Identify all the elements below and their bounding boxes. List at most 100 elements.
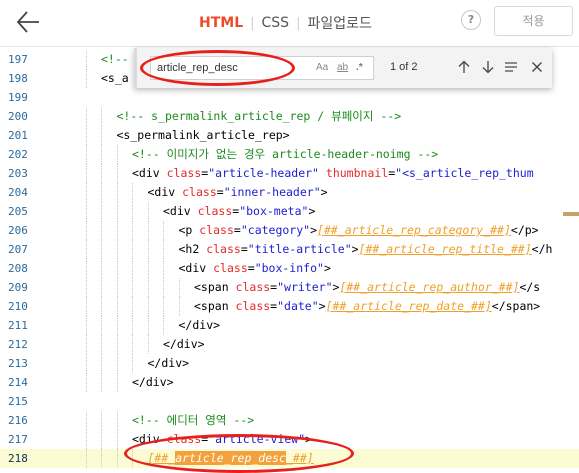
- back-arrow-button[interactable]: [14, 9, 42, 35]
- indent-guide: [101, 430, 102, 449]
- code-token: >: [351, 242, 359, 256]
- line-content: <span class="writer">[##_article_rep_aut…: [194, 278, 540, 297]
- line-content: <s_permalink_article_rep>: [117, 126, 290, 145]
- line-number: 202: [8, 148, 28, 161]
- indent-guide: [147, 316, 149, 335]
- line-content: <div class="article-header" thumbnail="<…: [132, 164, 534, 183]
- line-content: <!-- 이미지가 없는 경우 article-header-noimg -->: [132, 145, 438, 164]
- line-number: 204: [8, 186, 28, 199]
- code-token: "date": [277, 299, 319, 313]
- indent-guide: [116, 240, 118, 259]
- indent-guide: [101, 278, 102, 297]
- code-token: class: [206, 242, 241, 256]
- arrow-down-icon: [482, 61, 494, 74]
- indent-guide: [85, 259, 87, 278]
- code-token: [##_article_rep_date_##]: [325, 299, 492, 313]
- code-token: "writer": [277, 280, 333, 294]
- next-match-button[interactable]: [480, 59, 496, 75]
- code-line[interactable]: 199: [0, 88, 579, 107]
- indent-guide: [147, 278, 149, 297]
- indent-guide: [101, 183, 102, 202]
- scrollbar-match-marker: [563, 212, 579, 216]
- line-number: 210: [8, 300, 28, 313]
- code-line[interactable]: 208 <div class="box-info">: [0, 259, 579, 278]
- close-find-button[interactable]: [529, 59, 545, 75]
- code-token: "<s_article_rep_thum: [395, 166, 534, 180]
- indent-guide: [101, 202, 102, 221]
- code-line[interactable]: 210 <span class="date">[##_article_rep_da…: [0, 297, 579, 316]
- indent-guide: [147, 221, 149, 240]
- match-highlight-circle: [124, 434, 354, 473]
- code-line[interactable]: 203 <div class="article-header" thumbnail…: [0, 164, 579, 183]
- code-line[interactable]: 209 <span class="writer">[##_article_rep_…: [0, 278, 579, 297]
- line-number: 216: [8, 414, 28, 427]
- indent-guide: [101, 107, 102, 126]
- indent-guide: [116, 373, 118, 392]
- code-token: <div: [132, 166, 167, 180]
- indent-guide: [147, 335, 149, 354]
- code-line[interactable]: 200 <!-- s_permalink_article_rep / 뷰페이지 -…: [0, 107, 579, 126]
- indent-guide: [101, 354, 102, 373]
- code-line[interactable]: 205 <div class="box-meta">: [0, 202, 579, 221]
- code-line[interactable]: 215: [0, 392, 579, 411]
- find-in-selection-button[interactable]: [503, 59, 519, 75]
- whole-word-toggle[interactable]: ab: [337, 62, 348, 73]
- lines-icon: [505, 62, 517, 72]
- indent-guide: [85, 126, 87, 145]
- line-content: <div class="box-info">: [179, 259, 331, 278]
- indent-guide: [85, 335, 87, 354]
- code-line[interactable]: 214 </div>: [0, 373, 579, 392]
- line-number: 199: [8, 91, 28, 104]
- apply-button[interactable]: 적용: [494, 6, 573, 36]
- code-token: <span: [194, 280, 236, 294]
- code-token: "box-info": [254, 261, 324, 275]
- line-content: <p class="category">[##_article_rep_cate…: [179, 221, 539, 240]
- code-line[interactable]: 201 <s_permalink_article_rep>: [0, 126, 579, 145]
- tab-css[interactable]: CSS: [262, 15, 290, 31]
- indent-guide: [116, 278, 118, 297]
- code-line[interactable]: 211 </div>: [0, 316, 579, 335]
- indent-guide: [116, 297, 118, 316]
- code-token: thumbnail: [325, 166, 389, 180]
- indent-guide: [132, 335, 133, 354]
- indent-guide: [178, 297, 180, 316]
- tab-html[interactable]: HTML: [199, 15, 243, 31]
- code-token: >: [308, 204, 316, 218]
- code-token: >: [318, 299, 326, 313]
- code-token: <span: [194, 299, 236, 313]
- line-number: 206: [8, 224, 28, 237]
- previous-match-button[interactable]: [456, 59, 472, 75]
- line-number: 197: [8, 53, 28, 66]
- help-button[interactable]: ?: [461, 10, 481, 30]
- indent-guide: [101, 164, 102, 183]
- code-token: "category": [240, 223, 311, 237]
- indent-guide: [132, 221, 133, 240]
- match-case-toggle[interactable]: Aa: [316, 62, 328, 73]
- code-line[interactable]: 213 </div>: [0, 354, 579, 373]
- tab-file-upload[interactable]: 파일업로드: [307, 13, 371, 33]
- tab-divider: |: [296, 15, 301, 31]
- code-editor[interactable]: 197 <!-- 198 <s_a 199 200 <!-- s_permalink_ar…: [0, 47, 579, 473]
- indent-guide: [116, 221, 118, 240]
- editor-toolbar: HTML | CSS | 파일업로드 ? 적용: [0, 0, 579, 47]
- code-line[interactable]: 206 <p class="category">[##_article_rep_c…: [0, 221, 579, 240]
- indent-guide: [116, 259, 118, 278]
- line-number: 198: [8, 72, 28, 85]
- indent-guide: [132, 183, 133, 202]
- indent-guide: [178, 278, 180, 297]
- indent-guide: [85, 354, 87, 373]
- regex-toggle[interactable]: .*: [356, 62, 363, 73]
- indent-guide: [101, 449, 102, 468]
- code-token: class: [199, 223, 234, 237]
- indent-guide: [101, 145, 102, 164]
- indent-guide: [132, 297, 133, 316]
- line-content: <div class="box-meta">: [163, 202, 315, 221]
- code-line[interactable]: 216 <!-- 에디터 영역 -->: [0, 411, 579, 430]
- indent-guide: [147, 297, 149, 316]
- code-line[interactable]: 207 <h2 class="title-article">[##_article…: [0, 240, 579, 259]
- code-line[interactable]: 212 </div>: [0, 335, 579, 354]
- code-line[interactable]: 204 <div class="inner-header">: [0, 183, 579, 202]
- code-line[interactable]: 202 <!-- 이미지가 없는 경우 article-header-noimg …: [0, 145, 579, 164]
- indent-guide: [132, 354, 133, 373]
